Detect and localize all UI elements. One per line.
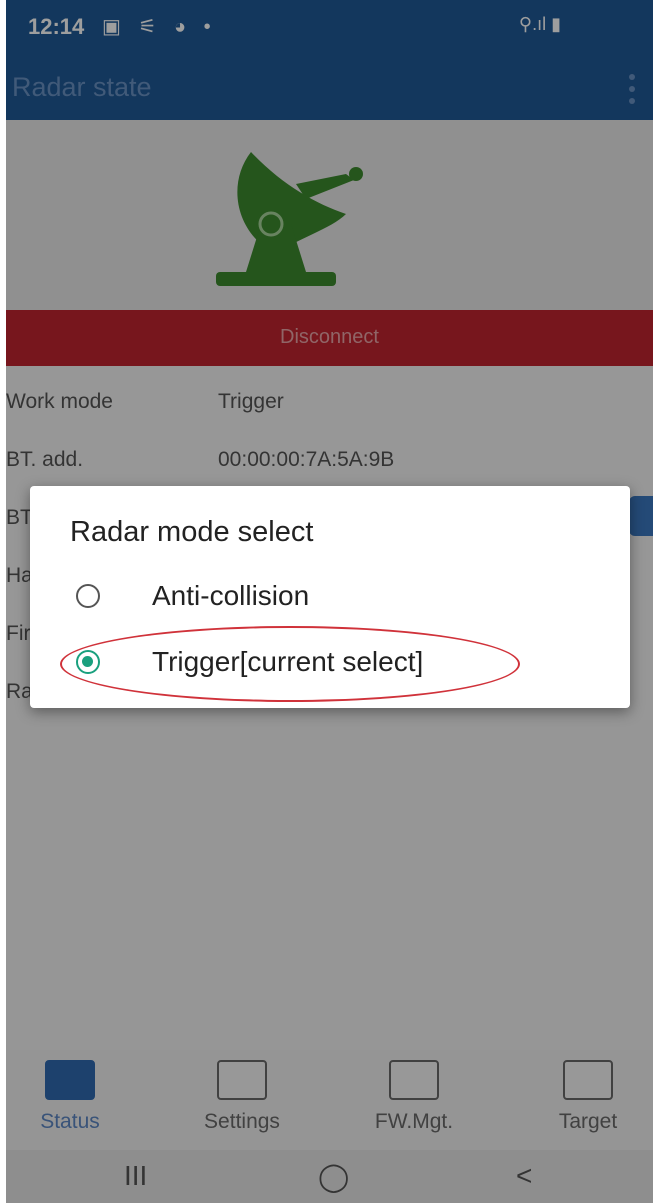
radio-unchecked-icon[interactable] (76, 584, 100, 608)
highlight-ellipse (60, 626, 520, 702)
option-anti-collision[interactable]: Anti-collision (70, 574, 590, 624)
option-label: Anti-collision (152, 580, 310, 611)
phone-screen: 12:14 ▣ ⚟ ◕ • ⚲.ıl ▮ Radar state Disconn… (6, 0, 653, 1203)
dialog-title: Radar mode select (70, 516, 314, 548)
radar-mode-dialog: Radar mode select Anti-collision Trigger… (30, 486, 630, 708)
